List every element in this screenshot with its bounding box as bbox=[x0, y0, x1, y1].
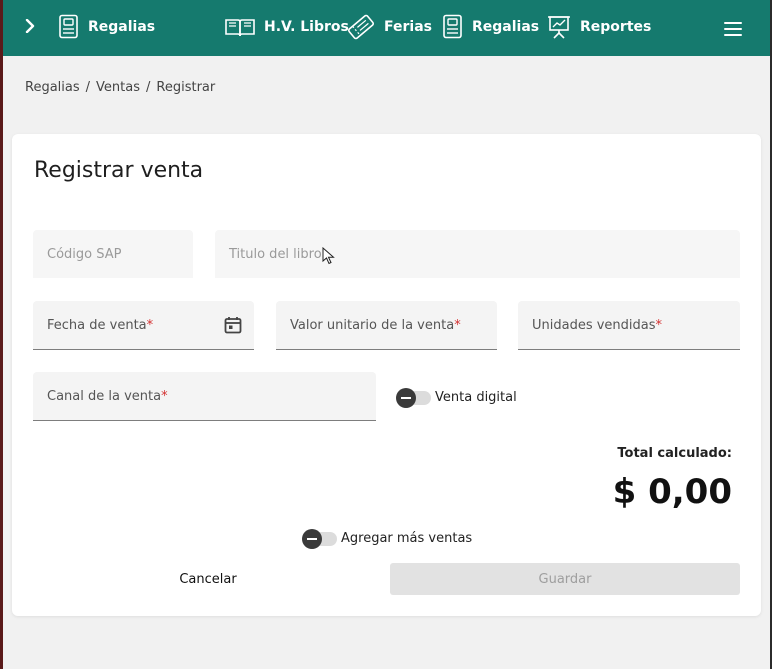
open-book-icon bbox=[224, 16, 256, 38]
top-navbar: Regalias H.V. Libros Ferias Regalias Rep… bbox=[3, 0, 770, 56]
breadcrumb-item-ventas[interactable]: Ventas bbox=[96, 80, 140, 95]
codigo-sap-label: Código SAP bbox=[47, 246, 122, 262]
mouse-pointer-icon bbox=[322, 246, 336, 265]
fecha-venta-label: Fecha de venta bbox=[47, 317, 147, 333]
total-label: Total calculado: bbox=[617, 446, 732, 461]
codigo-sap-field: Código SAP bbox=[33, 230, 193, 278]
ledger-icon bbox=[442, 14, 464, 40]
toggle-thumb bbox=[302, 528, 322, 549]
ledger-icon bbox=[58, 14, 80, 40]
canal-venta-label-wrap: Canal de la venta * bbox=[47, 389, 168, 404]
breadcrumb-item-regalias[interactable]: Regalias bbox=[25, 80, 80, 95]
breadcrumb-separator: / bbox=[85, 80, 91, 95]
unidades-vendidas-label-wrap: Unidades vendidas * bbox=[532, 318, 662, 333]
nav-item-label: H.V. Libros bbox=[264, 19, 349, 35]
required-asterisk: * bbox=[161, 388, 168, 404]
fecha-venta-field[interactable]: Fecha de venta * bbox=[33, 301, 254, 350]
nav-item-reportes[interactable]: Reportes bbox=[546, 13, 651, 41]
fecha-venta-label-wrap: Fecha de venta * bbox=[47, 318, 153, 333]
register-sale-card: Registrar venta Código SAP Titulo del li… bbox=[12, 134, 761, 616]
nav-item-label: Reportes bbox=[580, 19, 652, 35]
nav-item-regalias[interactable]: Regalias bbox=[442, 13, 539, 41]
titulo-libro-field: Titulo del libro bbox=[215, 230, 740, 278]
page-title: Registrar venta bbox=[34, 158, 204, 183]
cancel-button[interactable]: Cancelar bbox=[34, 563, 382, 595]
toggle-track bbox=[396, 387, 431, 408]
nav-item-label: Ferias bbox=[384, 19, 432, 35]
hamburger-menu-icon[interactable] bbox=[724, 22, 742, 36]
required-asterisk: * bbox=[146, 317, 154, 333]
canal-venta-field[interactable]: Canal de la venta * bbox=[33, 372, 376, 421]
required-asterisk: * bbox=[655, 317, 663, 333]
agregar-mas-ventas-toggle[interactable]: Agregar más ventas bbox=[302, 528, 473, 549]
valor-unitario-field[interactable]: Valor unitario de la venta * bbox=[276, 301, 497, 350]
nav-item-ferias[interactable]: Ferias bbox=[346, 13, 432, 41]
nav-item-hv-libros[interactable]: H.V. Libros bbox=[224, 13, 349, 41]
valor-unitario-label: Valor unitario de la venta bbox=[290, 317, 455, 333]
breadcrumb-item-registrar: Registrar bbox=[156, 80, 216, 95]
chevron-right-icon[interactable] bbox=[23, 16, 37, 36]
nav-brand-label: Regalias bbox=[88, 19, 156, 35]
toggle-track bbox=[302, 528, 337, 549]
nav-brand-regalias[interactable]: Regalias bbox=[58, 13, 155, 41]
total-value: $ 0,00 bbox=[612, 472, 732, 512]
save-button[interactable]: Guardar bbox=[390, 563, 740, 595]
unidades-vendidas-field[interactable]: Unidades vendidas * bbox=[518, 301, 740, 350]
nav-item-label: Regalias bbox=[472, 19, 540, 35]
venta-digital-label: Venta digital bbox=[435, 390, 517, 405]
calendar-icon[interactable] bbox=[224, 316, 242, 334]
window-left-edge bbox=[0, 0, 3, 669]
canal-venta-label: Canal de la venta bbox=[47, 388, 162, 404]
presentation-chart-icon bbox=[546, 14, 572, 40]
agregar-mas-ventas-label: Agregar más ventas bbox=[341, 531, 473, 546]
required-asterisk: * bbox=[454, 317, 461, 333]
valor-unitario-label-wrap: Valor unitario de la venta * bbox=[290, 318, 461, 333]
unidades-vendidas-label: Unidades vendidas bbox=[532, 317, 656, 333]
titulo-libro-label: Titulo del libro bbox=[229, 246, 322, 262]
breadcrumb: Regalias / Ventas / Registrar bbox=[25, 80, 215, 95]
breadcrumb-separator: / bbox=[146, 80, 151, 95]
ticket-icon bbox=[346, 12, 376, 42]
venta-digital-toggle[interactable]: Venta digital bbox=[396, 387, 517, 408]
toggle-thumb bbox=[396, 387, 416, 408]
